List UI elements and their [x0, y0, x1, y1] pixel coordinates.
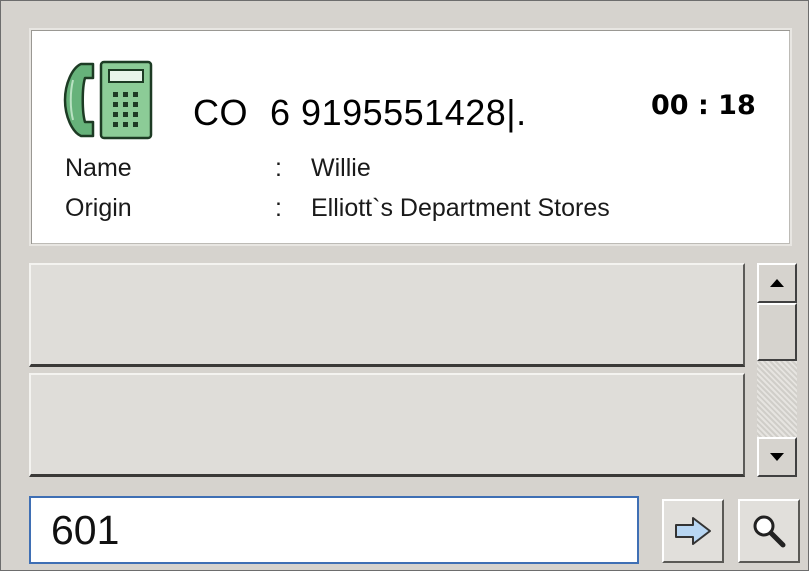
- line-number: 6: [270, 92, 291, 133]
- name-label: Name: [65, 154, 132, 182]
- scroll-down-button[interactable]: [757, 437, 797, 477]
- scroll-up-arrow-icon: [770, 279, 784, 287]
- name-separator: :: [275, 154, 282, 182]
- scrollbar-thumb[interactable]: [757, 303, 797, 361]
- call-list-scrollbar[interactable]: [757, 263, 797, 477]
- call-list: [29, 261, 745, 479]
- magnifier-icon: [753, 515, 786, 548]
- scroll-down-arrow-icon: [770, 453, 784, 461]
- caller-name-value: Willie: [311, 154, 371, 182]
- call-timer: 00 : 18: [651, 90, 756, 121]
- telephone-icon: [63, 60, 153, 140]
- caller-origin-value: Elliott`s Department Stores: [311, 194, 610, 222]
- call-list-item[interactable]: [29, 263, 745, 367]
- caller-info-panel: CO 6 9195551428|. 00 : 18 Name: Willie Ori…: [29, 28, 792, 246]
- scroll-up-button[interactable]: [757, 263, 797, 303]
- call-list-item[interactable]: [29, 373, 745, 477]
- phone-number: 9195551428|.: [301, 92, 527, 133]
- dial-number-input[interactable]: [29, 496, 639, 564]
- line-prefix: CO: [193, 92, 248, 133]
- caller-origin-row: Origin: Elliott`s Department Stores: [65, 194, 610, 223]
- caller-name-row: Name: Willie: [65, 154, 371, 183]
- search-button[interactable]: [738, 499, 800, 563]
- call-line-display: CO 6 9195551428|.: [193, 92, 527, 134]
- origin-label: Origin: [65, 194, 132, 222]
- arrow-right-icon: [675, 517, 711, 545]
- origin-separator: :: [275, 194, 282, 222]
- call-window: CO 6 9195551428|. 00 : 18 Name: Willie Ori…: [0, 0, 809, 571]
- dial-go-button[interactable]: [662, 499, 724, 563]
